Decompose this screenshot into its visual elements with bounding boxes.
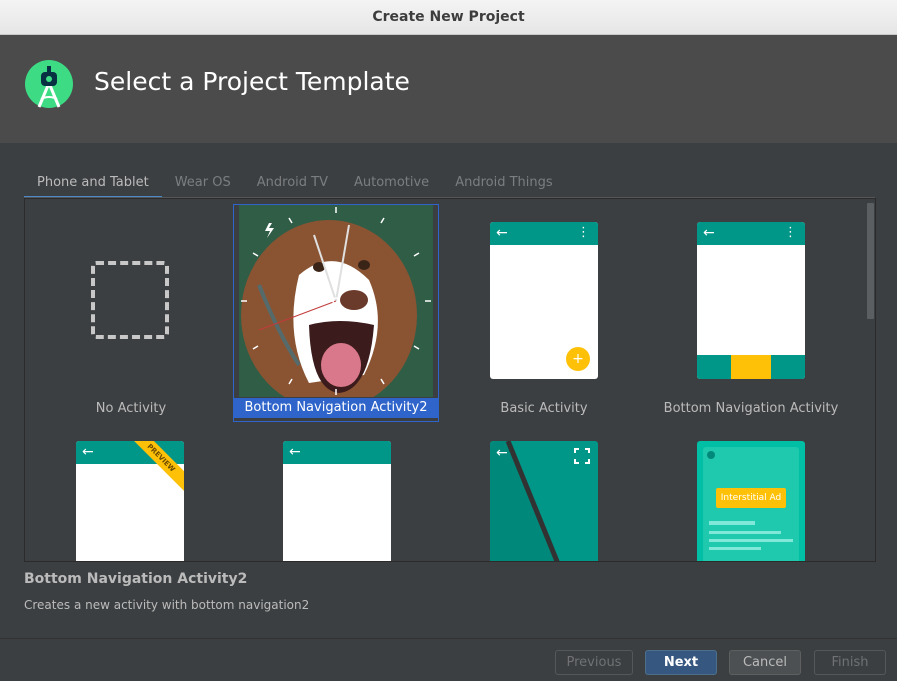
- template-label: Basic Activity: [500, 401, 588, 416]
- template-bottom-navigation-activity2[interactable]: Bottom Navigation Activity2: [233, 204, 439, 422]
- tab-wear-os[interactable]: Wear OS: [162, 172, 244, 198]
- template-label: No Activity: [95, 401, 167, 416]
- dog-photo-image: [239, 205, 433, 397]
- phone-preview: ←: [490, 441, 598, 561]
- phone-preview: ← PREVIEW: [76, 441, 184, 561]
- next-button[interactable]: Next: [645, 650, 717, 675]
- ad-dot: [707, 451, 715, 459]
- template-label: Bottom Navigation Activity2: [234, 398, 438, 418]
- tab-android-tv[interactable]: Android TV: [244, 172, 341, 198]
- fullscreen-icon: [574, 448, 590, 464]
- template-fullscreen-activity[interactable]: ←: [441, 439, 647, 561]
- template-empty-activity[interactable]: ←: [235, 439, 441, 561]
- previous-button[interactable]: Previous: [555, 650, 633, 675]
- back-arrow-icon: ←: [703, 225, 715, 241]
- title-bar: Create New Project: [0, 0, 897, 35]
- footer-divider: [0, 638, 897, 639]
- bottom-nav-selected-item: [731, 355, 771, 379]
- category-tabs: Phone and Tablet Wear OS Android TV Auto…: [24, 172, 566, 198]
- app-bar: ← ⋮: [697, 222, 805, 245]
- back-arrow-icon: ←: [496, 445, 508, 461]
- template-no-activity[interactable]: No Activity: [28, 199, 234, 421]
- template-label: Bottom Navigation Activity: [663, 401, 839, 416]
- template-interstitial-ad[interactable]: Interstitial Ad: [648, 439, 854, 561]
- header: Select a Project Template: [0, 35, 897, 143]
- selected-template-description: Creates a new activity with bottom navig…: [24, 598, 310, 612]
- phone-preview: ← ⋮ +: [490, 222, 598, 379]
- tab-automotive[interactable]: Automotive: [341, 172, 442, 198]
- bottom-navigation-bar: [697, 355, 805, 379]
- page-title: Select a Project Template: [94, 67, 410, 96]
- template-bottom-navigation-activity[interactable]: ← ⋮ Bottom Navigation Activity: [648, 199, 854, 421]
- gallery-scrollbar[interactable]: [867, 203, 874, 319]
- window-title: Create New Project: [372, 9, 525, 25]
- back-arrow-icon: ←: [496, 225, 508, 241]
- app-bar: ← ⋮: [490, 222, 598, 245]
- empty-template-icon: [91, 261, 169, 339]
- phone-preview: ← ⋮: [697, 222, 805, 379]
- app-bar: ←: [283, 441, 391, 464]
- overflow-menu-icon: ⋮: [784, 225, 797, 240]
- interstitial-ad-badge: Interstitial Ad: [716, 488, 786, 508]
- back-arrow-icon: ←: [82, 444, 94, 460]
- back-arrow-icon: ←: [289, 444, 301, 460]
- selected-template-title: Bottom Navigation Activity2: [24, 571, 248, 587]
- phone-preview: ←: [283, 441, 391, 561]
- phone-preview: Interstitial Ad: [697, 441, 805, 561]
- ad-text-line: [709, 547, 761, 550]
- tab-phone-and-tablet[interactable]: Phone and Tablet: [24, 172, 162, 198]
- tab-android-things[interactable]: Android Things: [442, 172, 565, 198]
- overflow-menu-icon: ⋮: [577, 225, 590, 240]
- ad-text-line: [709, 531, 781, 534]
- cancel-button[interactable]: Cancel: [729, 650, 801, 675]
- android-studio-logo-icon: [25, 60, 73, 108]
- template-gallery: No Activity Bottom Navigation Activity2 …: [24, 198, 876, 562]
- fab-add-icon: +: [566, 347, 590, 371]
- finish-button[interactable]: Finish: [814, 650, 886, 675]
- template-basic-activity[interactable]: ← ⋮ + Basic Activity: [441, 199, 647, 421]
- ad-text-line: [709, 521, 755, 525]
- ad-text-line: [709, 539, 793, 542]
- template-preview-activity[interactable]: ← PREVIEW: [28, 439, 234, 561]
